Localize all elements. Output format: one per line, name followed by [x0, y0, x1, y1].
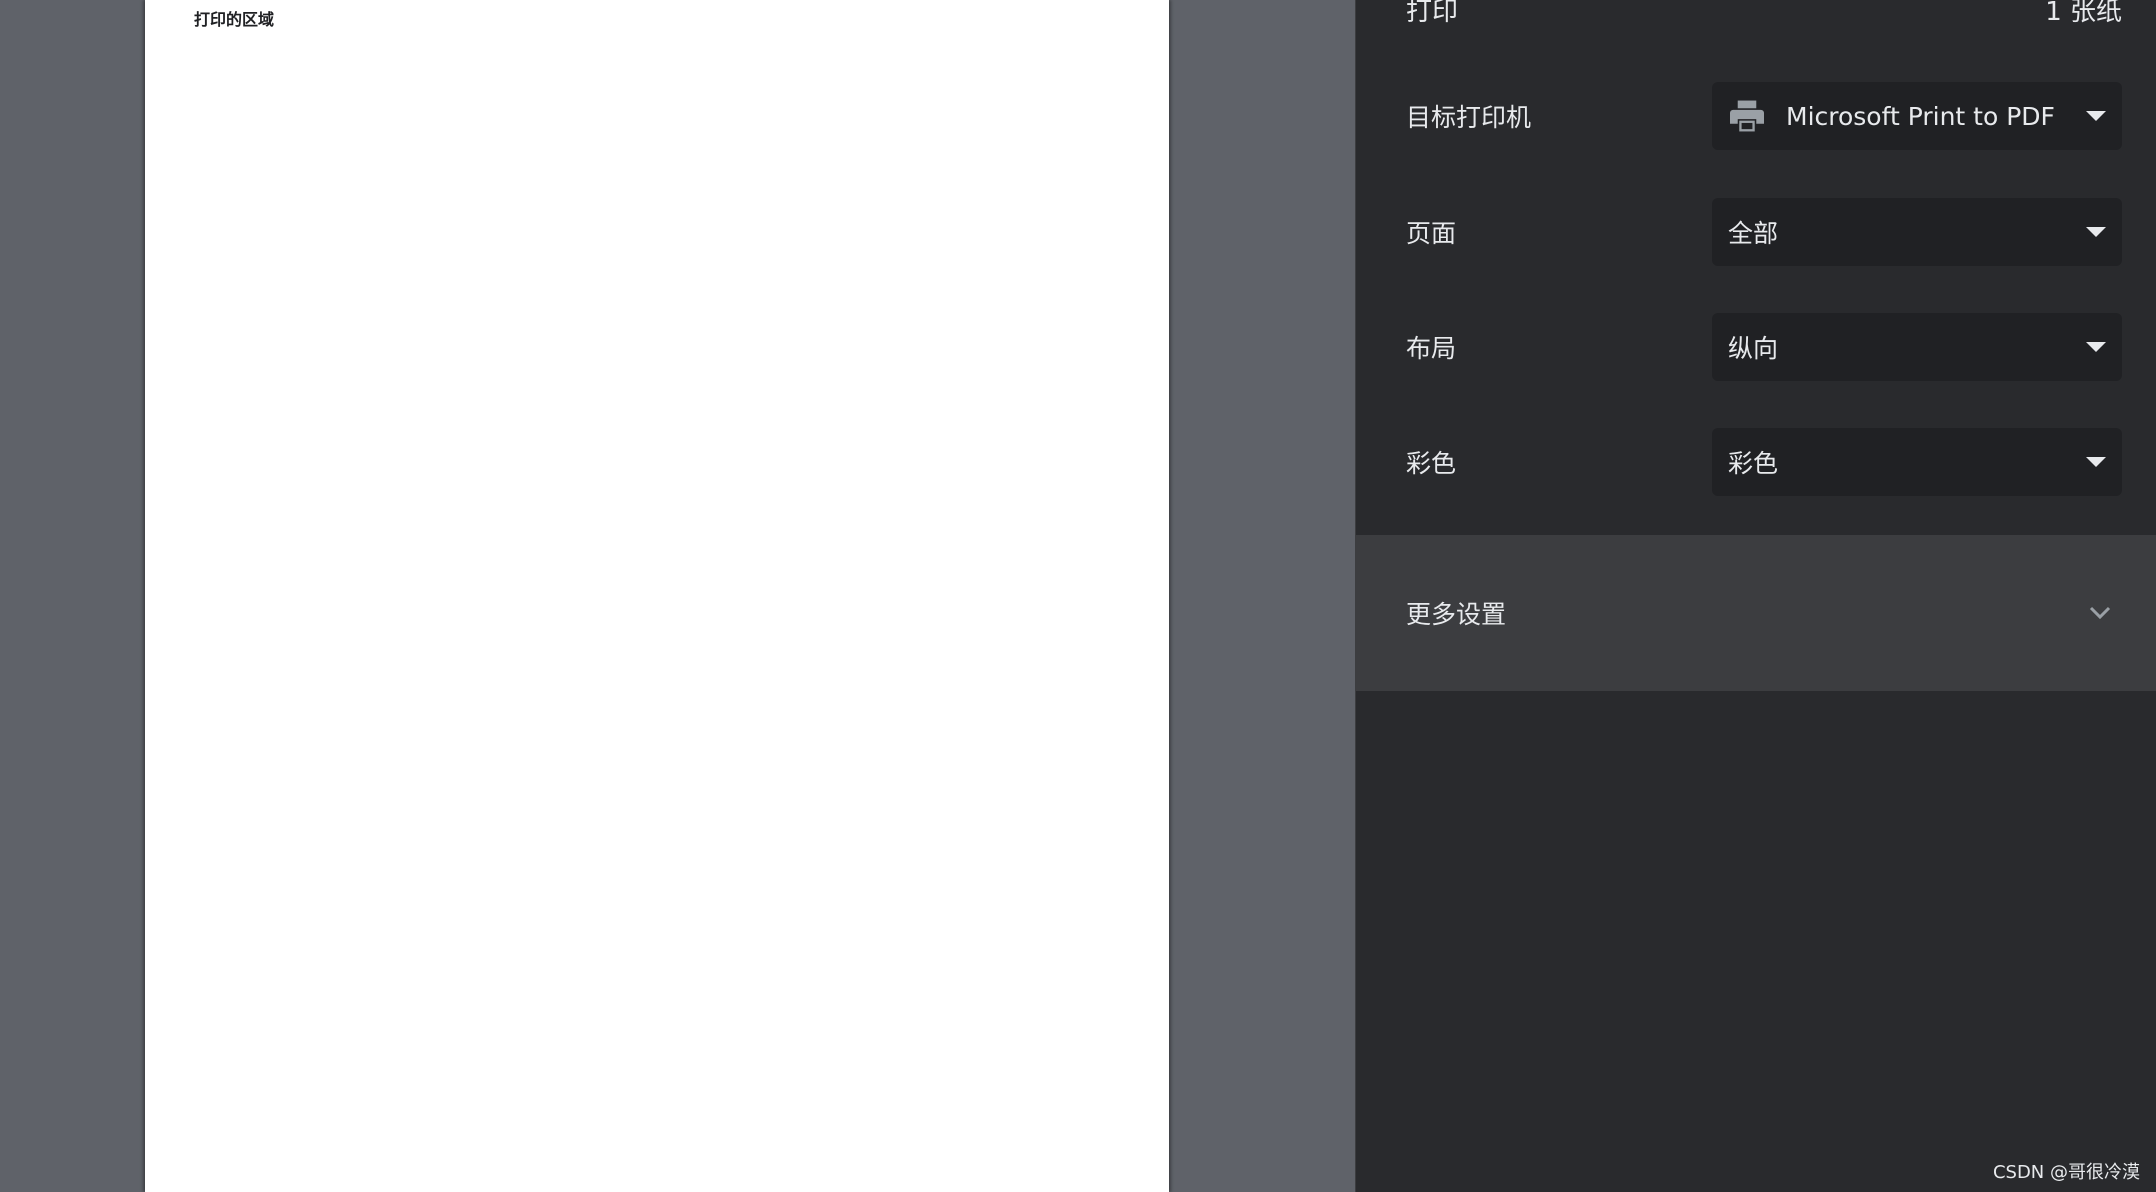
panel-title: 打印 [1406, 0, 1459, 27]
dropdown-arrow-icon [2086, 227, 2106, 237]
destination-label: 目标打印机 [1406, 103, 1532, 132]
pages-label: 页面 [1406, 219, 1457, 248]
preview-page: 打印的区域 [145, 0, 1169, 1192]
layout-value: 纵向 [1728, 334, 1779, 363]
preview-area[interactable]: 打印的区域 [0, 0, 1355, 1192]
layout-select[interactable]: 纵向 [1712, 313, 2122, 381]
pages-select[interactable]: 全部 [1712, 198, 2122, 266]
print-preview-screen: 打印的区域 打印 1 张纸 目标打印机 Microsoft Print to P… [0, 0, 2156, 1192]
panel-header: 打印 1 张纸 [1406, 0, 2122, 32]
destination-value: Microsoft Print to PDF [1786, 101, 2055, 131]
printer-icon [1730, 100, 1764, 132]
pages-value: 全部 [1728, 219, 1779, 248]
more-settings-label: 更多设置 [1406, 600, 1507, 629]
color-row: 彩色 彩色 [1406, 428, 2122, 496]
layout-label: 布局 [1406, 334, 1457, 363]
pages-row: 页面 全部 [1406, 198, 2122, 266]
color-value: 彩色 [1728, 449, 1779, 478]
more-settings-toggle[interactable]: 更多设置 [1356, 535, 2156, 691]
dropdown-arrow-icon [2086, 342, 2106, 352]
sheet-count: 1 张纸 [2045, 0, 2122, 27]
watermark: CSDN @哥很冷漠 [1992, 1162, 2140, 1183]
destination-select[interactable]: Microsoft Print to PDF [1712, 82, 2122, 150]
layout-row: 布局 纵向 [1406, 313, 2122, 381]
chevron-down-icon [2089, 606, 2111, 620]
color-select[interactable]: 彩色 [1712, 428, 2122, 496]
page-text: 打印的区域 [194, 10, 275, 29]
destination-row: 目标打印机 Microsoft Print to PDF [1406, 82, 2122, 150]
print-settings-panel: 打印 1 张纸 目标打印机 Microsoft Print to PDF 页面 … [1355, 0, 2156, 1192]
dropdown-arrow-icon [2086, 111, 2106, 121]
color-label: 彩色 [1406, 449, 1457, 478]
dropdown-arrow-icon [2086, 457, 2106, 467]
